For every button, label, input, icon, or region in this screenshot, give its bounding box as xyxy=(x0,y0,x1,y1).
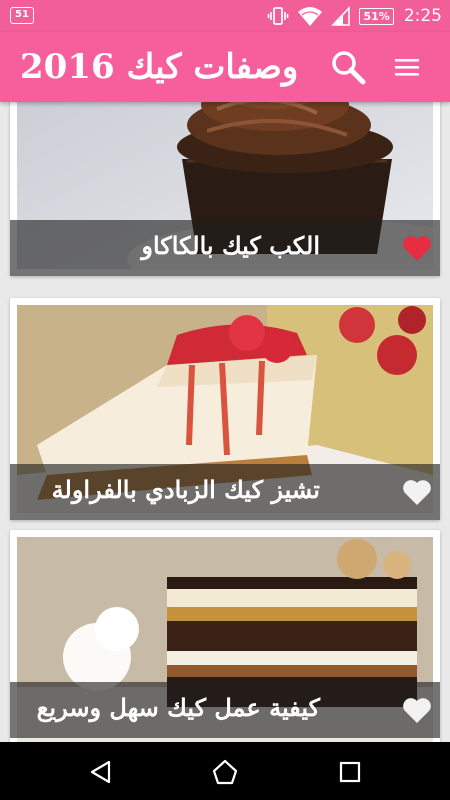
recipe-caption: كيفية عمل كيك سهل وسريع xyxy=(10,682,440,738)
recipe-card[interactable]: كيفية عمل كيك سهل وسريع xyxy=(10,530,440,742)
recipe-title: تشيز كيك الزبادي بالفراولة xyxy=(51,475,320,504)
clock: 2:25 xyxy=(403,6,442,26)
status-icons: 51% 2:25 xyxy=(267,0,442,32)
favorite-heart-icon[interactable] xyxy=(402,234,432,262)
battery-indicator: 51% xyxy=(359,7,394,25)
recipe-card[interactable]: الكب كيك بالكاكاو xyxy=(10,102,440,276)
recipe-caption: تشيز كيك الزبادي بالفراولة xyxy=(10,464,440,520)
recents-icon[interactable] xyxy=(336,758,364,786)
recipe-list[interactable]: الكب كيك بالكاكاو تشيز كيك الزبادي بالفر… xyxy=(0,102,450,742)
favorite-heart-icon[interactable] xyxy=(402,478,432,506)
wifi-icon xyxy=(298,7,323,26)
app-bar: وصفات كيك 2016 xyxy=(0,32,450,102)
search-icon[interactable] xyxy=(330,49,366,85)
recipe-title: الكب كيك بالكاكاو xyxy=(141,231,320,260)
notification-badge: 51 xyxy=(10,7,34,24)
recipe-card[interactable]: تشيز كيك الزبادي بالفراولة xyxy=(10,298,440,520)
status-bar: 51 51% 2:25 xyxy=(0,0,450,32)
recipe-caption: الكب كيك بالكاكاو xyxy=(10,220,440,276)
navigation-bar xyxy=(0,742,450,800)
app-title: وصفات كيك 2016 xyxy=(20,47,299,87)
signal-icon xyxy=(331,6,351,26)
home-icon[interactable] xyxy=(211,758,239,786)
vibrate-icon xyxy=(268,7,289,25)
favorite-heart-icon[interactable] xyxy=(402,696,432,724)
hamburger-menu-icon[interactable] xyxy=(392,52,422,82)
back-icon[interactable] xyxy=(87,758,115,786)
recipe-title: كيفية عمل كيك سهل وسريع xyxy=(36,693,320,722)
